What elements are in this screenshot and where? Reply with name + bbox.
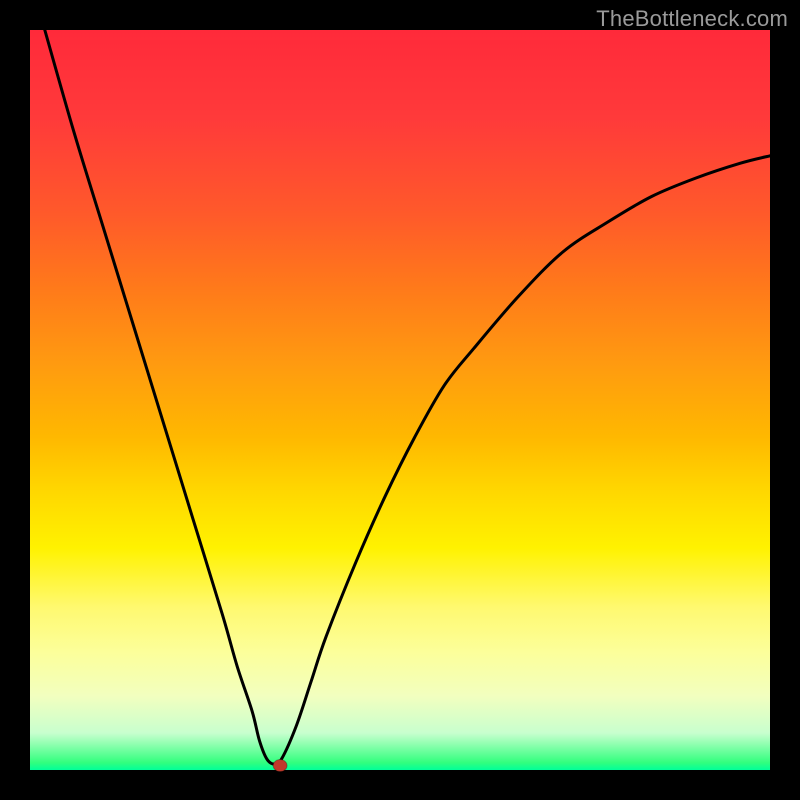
bottleneck-curve	[45, 30, 770, 764]
attribution-label: TheBottleneck.com	[596, 6, 788, 32]
curve-svg	[30, 30, 770, 770]
plot-area	[30, 30, 770, 770]
chart-container: TheBottleneck.com	[0, 0, 800, 800]
min-marker-icon	[273, 760, 287, 772]
